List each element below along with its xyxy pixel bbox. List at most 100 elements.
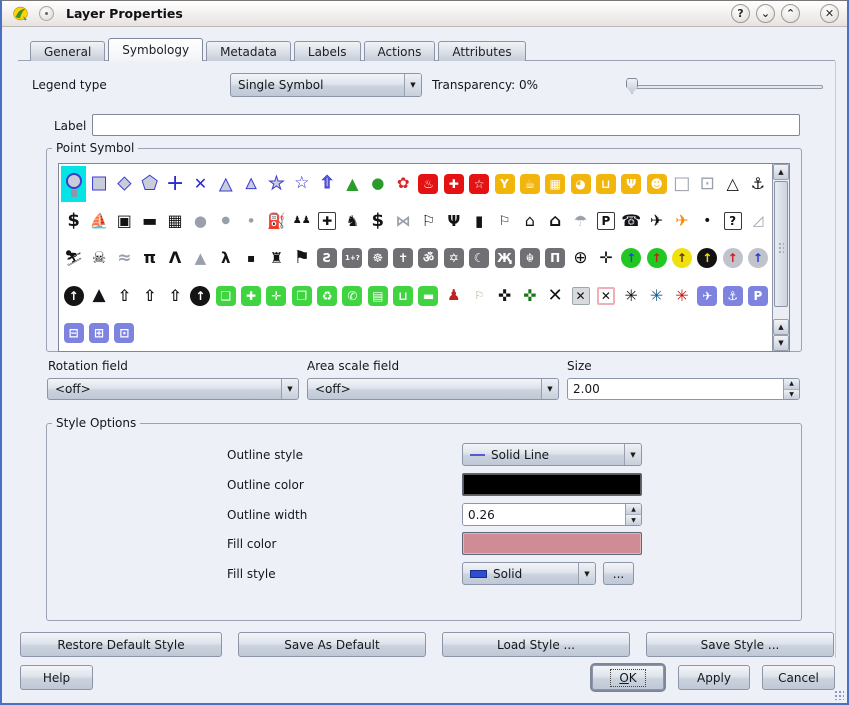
- window-help-button[interactable]: ?: [731, 4, 750, 23]
- symbol-north-needle[interactable]: ✛: [593, 240, 618, 276]
- symbol-harbour[interactable]: ⚓: [720, 278, 745, 314]
- symbol-fire[interactable]: ♨: [416, 166, 441, 202]
- symbol-house-filled[interactable]: ⌂: [543, 203, 568, 239]
- scrollbar-track[interactable]: [773, 180, 789, 319]
- symbol-point[interactable]: •: [695, 203, 720, 239]
- tab-metadata[interactable]: Metadata: [206, 41, 291, 61]
- fill-color-button[interactable]: [462, 532, 642, 555]
- symbol-arrow-black-yellow[interactable]: ↑: [695, 240, 720, 276]
- resize-grip[interactable]: [834, 690, 844, 700]
- transparency-slider-handle[interactable]: [626, 78, 638, 94]
- symbol-bar[interactable]: Y: [492, 166, 517, 202]
- symbol-cinema[interactable]: ▦: [543, 166, 568, 202]
- symbol-tower[interactable]: ♜: [264, 240, 289, 276]
- symbol-arrow-green-red[interactable]: ↑: [644, 240, 669, 276]
- symbol-hindu[interactable]: ॐ: [416, 240, 441, 276]
- transparency-slider-track[interactable]: [629, 85, 823, 89]
- symbol-arrow-silver-blue[interactable]: ↑: [745, 240, 770, 276]
- symbol-boat[interactable]: ⛵: [86, 203, 111, 239]
- ok-button[interactable]: OK: [592, 665, 664, 690]
- symbol-dance[interactable]: Җ: [492, 240, 517, 276]
- symbol-building[interactable]: ▦: [162, 203, 187, 239]
- symbol-x-bold[interactable]: ✕: [543, 278, 568, 314]
- symbol-deer[interactable]: ♞: [340, 203, 365, 239]
- outline-color-button[interactable]: [462, 473, 642, 496]
- symbol-receipt[interactable]: ❐: [289, 278, 314, 314]
- symbol-skier[interactable]: ⛷: [61, 240, 86, 276]
- symbol-cutlery[interactable]: Ψ: [441, 203, 466, 239]
- symbol-satellite-dish[interactable]: ◿: [745, 203, 770, 239]
- symbol-skull[interactable]: ☠: [86, 240, 111, 276]
- symbol-question-box[interactable]: ?: [720, 203, 745, 239]
- symbol-pizzaria[interactable]: ◕: [568, 166, 593, 202]
- symbol-cross[interactable]: +: [162, 166, 187, 202]
- spin-up-icon[interactable]: ▲: [784, 379, 799, 390]
- symbol-beer[interactable]: ⊔: [593, 166, 618, 202]
- window-unshade-button[interactable]: ⌃: [781, 4, 800, 23]
- fill-style-combo[interactable]: Solid ▼: [462, 562, 596, 585]
- save-as-default-button[interactable]: Save As Default: [238, 632, 426, 657]
- symbol-center-square[interactable]: ⊡: [695, 166, 720, 202]
- symbol-empty-square[interactable]: □: [669, 166, 694, 202]
- symbol-cross-dot[interactable]: ✜: [492, 278, 517, 314]
- symbol-taxi[interactable]: ⊟: [61, 315, 86, 351]
- symbol-arrow-circle[interactable]: ↑: [61, 278, 86, 314]
- symbol-flower[interactable]: ✿: [390, 166, 415, 202]
- symbol-toilets[interactable]: ♟♟: [289, 203, 314, 239]
- scrollbar-down-icon[interactable]: ▼: [773, 335, 789, 351]
- scrollbar-thumb[interactable]: [774, 181, 788, 307]
- symbol-car[interactable]: ▬: [137, 203, 162, 239]
- symbol-fuel[interactable]: ⛽: [264, 203, 289, 239]
- symbol-camera[interactable]: ▣: [112, 203, 137, 239]
- symbol-flag-light[interactable]: ⚐: [467, 278, 492, 314]
- symbol-compass[interactable]: ⊕: [568, 240, 593, 276]
- symbol-pentagon[interactable]: ⬟: [137, 166, 162, 202]
- symbol-airport[interactable]: ✈: [695, 278, 720, 314]
- symbol-circle-medium[interactable]: ●: [213, 203, 238, 239]
- symbol-basket[interactable]: ▤: [365, 278, 390, 314]
- symbol-golf-flag[interactable]: ⚐: [416, 203, 441, 239]
- symbol-picnic[interactable]: π: [137, 240, 162, 276]
- window-close-button[interactable]: ✕: [820, 4, 839, 23]
- symbol-north-arrow-2[interactable]: ⇧: [112, 278, 137, 314]
- symbol-star[interactable]: ★: [264, 166, 289, 202]
- symbol-circle[interactable]: [61, 166, 86, 202]
- symbol-petrol[interactable]: ▮: [467, 203, 492, 239]
- symbol-red-star[interactable]: ☆: [467, 166, 492, 202]
- symbol-first-aid[interactable]: ✚: [441, 166, 466, 202]
- symbol-oak-tree[interactable]: ●: [365, 166, 390, 202]
- symbol-arrow-silver-red[interactable]: ↑: [720, 240, 745, 276]
- symbol-maths[interactable]: 1+?: [340, 240, 365, 276]
- symbol-north-arrow[interactable]: ▲: [86, 278, 111, 314]
- outline-width-spinbox[interactable]: 0.26 ▲▼: [462, 503, 642, 526]
- area-scale-field-combo[interactable]: <off> ▼: [307, 378, 559, 400]
- symbol-money[interactable]: $: [365, 203, 390, 239]
- window-menu-button[interactable]: [39, 6, 54, 21]
- symbol-pine-tree[interactable]: ▲: [340, 166, 365, 202]
- symbol-circle-large[interactable]: ●: [188, 203, 213, 239]
- symbol-first-aid-box[interactable]: ✚: [314, 203, 339, 239]
- point-symbol-list[interactable]: ■◆⬟+✕▲▲★☆⇧▲●✿♨✚☆Y☕▦◕⊔Ψ☻□⊡△⚓$⛵▣▬▦●●●⛽♟♟✚♞…: [58, 163, 790, 352]
- symbol-diamond[interactable]: ◆: [112, 166, 137, 202]
- spin-down-icon[interactable]: ▼: [784, 390, 799, 400]
- symbol-arrow-green-blue[interactable]: ↑: [619, 240, 644, 276]
- symbol-christian[interactable]: ✝: [390, 240, 415, 276]
- spin-up-icon[interactable]: ▲: [626, 504, 641, 515]
- symbol-list-scrollbar[interactable]: ▲ ▲ ▼: [772, 164, 789, 351]
- symbol-star-8-blue[interactable]: ✳: [644, 278, 669, 314]
- symbol-fisherman[interactable]: ♟: [441, 278, 466, 314]
- symbol-golf[interactable]: ⚐: [492, 203, 517, 239]
- rotation-field-combo[interactable]: <off> ▼: [47, 378, 299, 400]
- symbol-small-square[interactable]: ▪: [238, 240, 263, 276]
- symbol-bus[interactable]: ⊞: [86, 315, 111, 351]
- symbol-coffee[interactable]: ☕: [517, 166, 542, 202]
- symbol-pharmacy[interactable]: ✛: [264, 278, 289, 314]
- chevron-down-icon[interactable]: ▼: [404, 74, 421, 96]
- symbol-x-gray-box[interactable]: ✕: [568, 278, 593, 314]
- apply-button[interactable]: Apply: [678, 665, 750, 690]
- chevron-down-icon[interactable]: ▼: [624, 444, 641, 465]
- symbol-arrow[interactable]: ⇧: [314, 166, 339, 202]
- symbol-hiker[interactable]: λ: [213, 240, 238, 276]
- symbol-open-triangle[interactable]: △: [720, 166, 745, 202]
- symbol-flag[interactable]: ⚑: [289, 240, 314, 276]
